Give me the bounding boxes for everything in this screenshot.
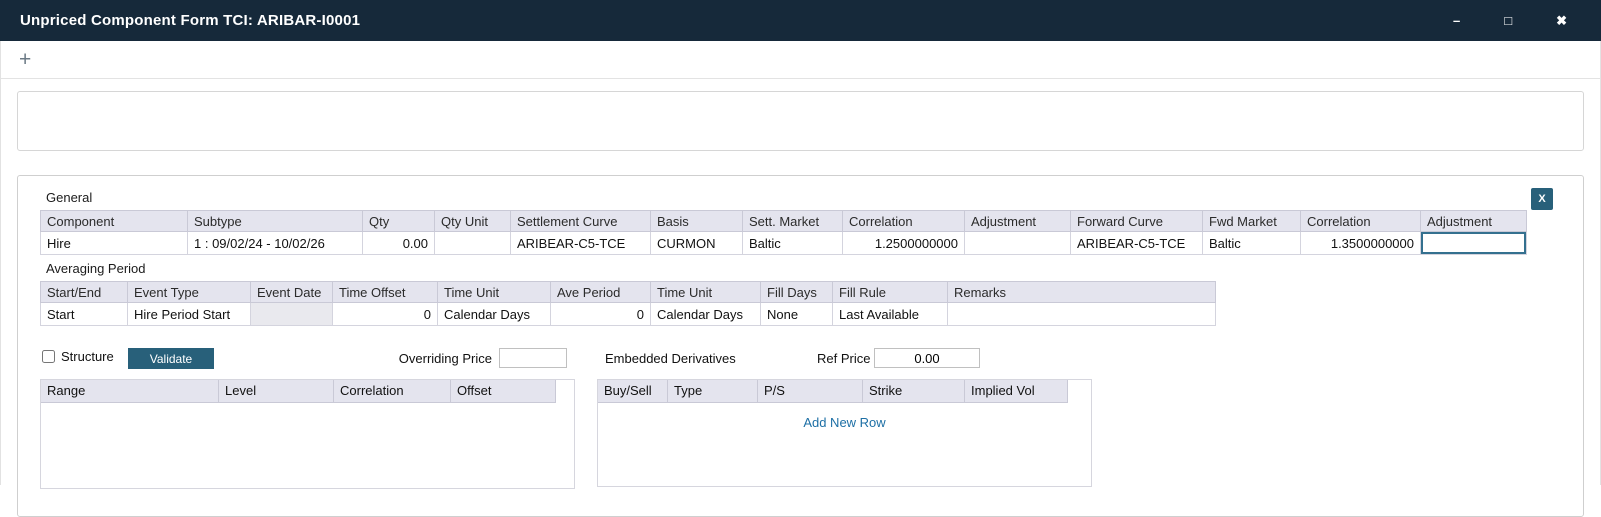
col-header-p-s: P/S — [758, 380, 863, 403]
cell-fill-rule[interactable]: Last Available — [833, 303, 948, 326]
col-header-type: Type — [668, 380, 758, 403]
col-header-subtype: Subtype — [188, 211, 363, 232]
col-header-sett-market: Sett. Market — [743, 211, 843, 232]
cell-remarks[interactable] — [948, 303, 1216, 326]
ref-price-input[interactable] — [874, 348, 980, 368]
structure-checkbox-label: Structure — [61, 349, 114, 364]
cell-adjustment-2-focused[interactable] — [1421, 232, 1527, 255]
toolbar: + — [1, 41, 1600, 79]
cell-time-unit-2[interactable]: Calendar Days — [651, 303, 761, 326]
col-header-basis: Basis — [651, 211, 743, 232]
averaging-header-row: Start/End Event Type Event Date Time Off… — [41, 282, 1216, 303]
embedded-derivatives-table: Buy/Sell Type P/S Strike Implied Vol Add… — [597, 379, 1092, 487]
general-header-row: Component Subtype Qty Qty Unit Settlemen… — [41, 211, 1527, 232]
col-header-adjustment-2: Adjustment — [1421, 211, 1527, 232]
col-header-implied-vol: Implied Vol — [965, 380, 1068, 403]
embedded-derivatives-table-header: Buy/Sell Type P/S Strike Implied Vol — [598, 380, 1091, 403]
close-icon[interactable]: ✖ — [1556, 14, 1567, 27]
col-header-start-end: Start/End — [41, 282, 128, 303]
cell-time-offset[interactable]: 0 — [333, 303, 438, 326]
cell-start-end[interactable]: Start — [41, 303, 128, 326]
structure-table: Range Level Correlation Offset — [40, 379, 575, 489]
averaging-table: Start/End Event Type Event Date Time Off… — [40, 281, 1216, 326]
col-header-fill-days: Fill Days — [761, 282, 833, 303]
cell-forward-curve[interactable]: ARIBEAR-C5-TCE — [1071, 232, 1203, 255]
validate-button[interactable]: Validate — [128, 348, 214, 369]
cell-correlation-2[interactable]: 1.3500000000 — [1301, 232, 1421, 255]
col-header-component: Component — [41, 211, 188, 232]
window-controls: – □ ✖ — [1453, 14, 1601, 27]
structure-controls-row: Structure Validate Overriding Price Embe… — [40, 348, 1583, 370]
averaging-section-label: Averaging Period — [46, 261, 1583, 276]
col-header-settlement-curve: Settlement Curve — [511, 211, 651, 232]
cell-settlement-curve[interactable]: ARIBEAR-C5-TCE — [511, 232, 651, 255]
cell-sett-market[interactable]: Baltic — [743, 232, 843, 255]
cell-fill-days[interactable]: None — [761, 303, 833, 326]
col-header-correlation-2: Correlation — [1301, 211, 1421, 232]
general-table: Component Subtype Qty Qty Unit Settlemen… — [40, 210, 1527, 255]
cell-event-type[interactable]: Hire Period Start — [128, 303, 251, 326]
cell-qty-unit[interactable] — [435, 232, 511, 255]
col-header-time-unit: Time Unit — [438, 282, 551, 303]
general-data-row: Hire 1 : 09/02/24 - 10/02/26 0.00 ARIBEA… — [41, 232, 1527, 255]
title-bar: Unpriced Component Form TCI: ARIBAR-I000… — [0, 0, 1601, 41]
col-header-time-offset: Time Offset — [333, 282, 438, 303]
col-header-correlation-range: Correlation — [334, 380, 451, 403]
col-header-forward-curve: Forward Curve — [1071, 211, 1203, 232]
col-header-buy-sell: Buy/Sell — [598, 380, 668, 403]
bottom-tables: Range Level Correlation Offset Buy/Sell … — [40, 379, 1583, 489]
cell-time-unit[interactable]: Calendar Days — [438, 303, 551, 326]
cell-correlation[interactable]: 1.2500000000 — [843, 232, 965, 255]
cell-ave-period[interactable]: 0 — [551, 303, 651, 326]
cell-component[interactable]: Hire — [41, 232, 188, 255]
col-header-offset: Offset — [451, 380, 556, 403]
cell-basis[interactable]: CURMON — [651, 232, 743, 255]
component-list-area — [17, 91, 1584, 151]
window-content: + X General Component Subtype Qty Qty Un… — [0, 41, 1601, 485]
panel-close-button[interactable]: X — [1531, 188, 1553, 210]
cell-qty[interactable]: 0.00 — [363, 232, 435, 255]
add-new-row-link[interactable]: Add New Row — [803, 415, 885, 430]
col-header-adjustment: Adjustment — [965, 211, 1071, 232]
cell-subtype[interactable]: 1 : 09/02/24 - 10/02/26 — [188, 232, 363, 255]
cell-fwd-market[interactable]: Baltic — [1203, 232, 1301, 255]
col-header-level: Level — [219, 380, 334, 403]
general-section-label: General — [46, 190, 1583, 205]
col-header-qty-unit: Qty Unit — [435, 211, 511, 232]
embedded-derivatives-label: Embedded Derivatives — [605, 351, 736, 366]
minimize-icon[interactable]: – — [1453, 14, 1460, 27]
structure-checkbox-wrap: Structure — [42, 349, 114, 364]
col-header-fill-rule: Fill Rule — [833, 282, 948, 303]
col-header-strike: Strike — [863, 380, 965, 403]
cell-adjustment[interactable] — [965, 232, 1071, 255]
col-header-fwd-market: Fwd Market — [1203, 211, 1301, 232]
col-header-event-date: Event Date — [251, 282, 333, 303]
cell-event-date — [251, 303, 333, 326]
overriding-price-label: Overriding Price — [370, 351, 492, 366]
col-header-remarks: Remarks — [948, 282, 1216, 303]
component-form-panel: X General Component Subtype Qty Qty Unit… — [17, 175, 1584, 517]
structure-checkbox[interactable] — [42, 350, 55, 363]
col-header-ave-period: Ave Period — [551, 282, 651, 303]
window-title: Unpriced Component Form TCI: ARIBAR-I000… — [20, 12, 360, 29]
embedded-derivatives-table-body: Add New Row — [598, 415, 1091, 430]
col-header-correlation: Correlation — [843, 211, 965, 232]
ref-price-label: Ref Price — [817, 351, 870, 366]
col-header-time-unit-2: Time Unit — [651, 282, 761, 303]
structure-table-header: Range Level Correlation Offset — [41, 380, 574, 403]
col-header-event-type: Event Type — [128, 282, 251, 303]
maximize-icon[interactable]: □ — [1504, 14, 1512, 27]
col-header-range: Range — [41, 380, 219, 403]
col-header-qty: Qty — [363, 211, 435, 232]
add-icon[interactable]: + — [19, 49, 31, 70]
overriding-price-input[interactable] — [499, 348, 567, 368]
averaging-data-row: Start Hire Period Start 0 Calendar Days … — [41, 303, 1216, 326]
